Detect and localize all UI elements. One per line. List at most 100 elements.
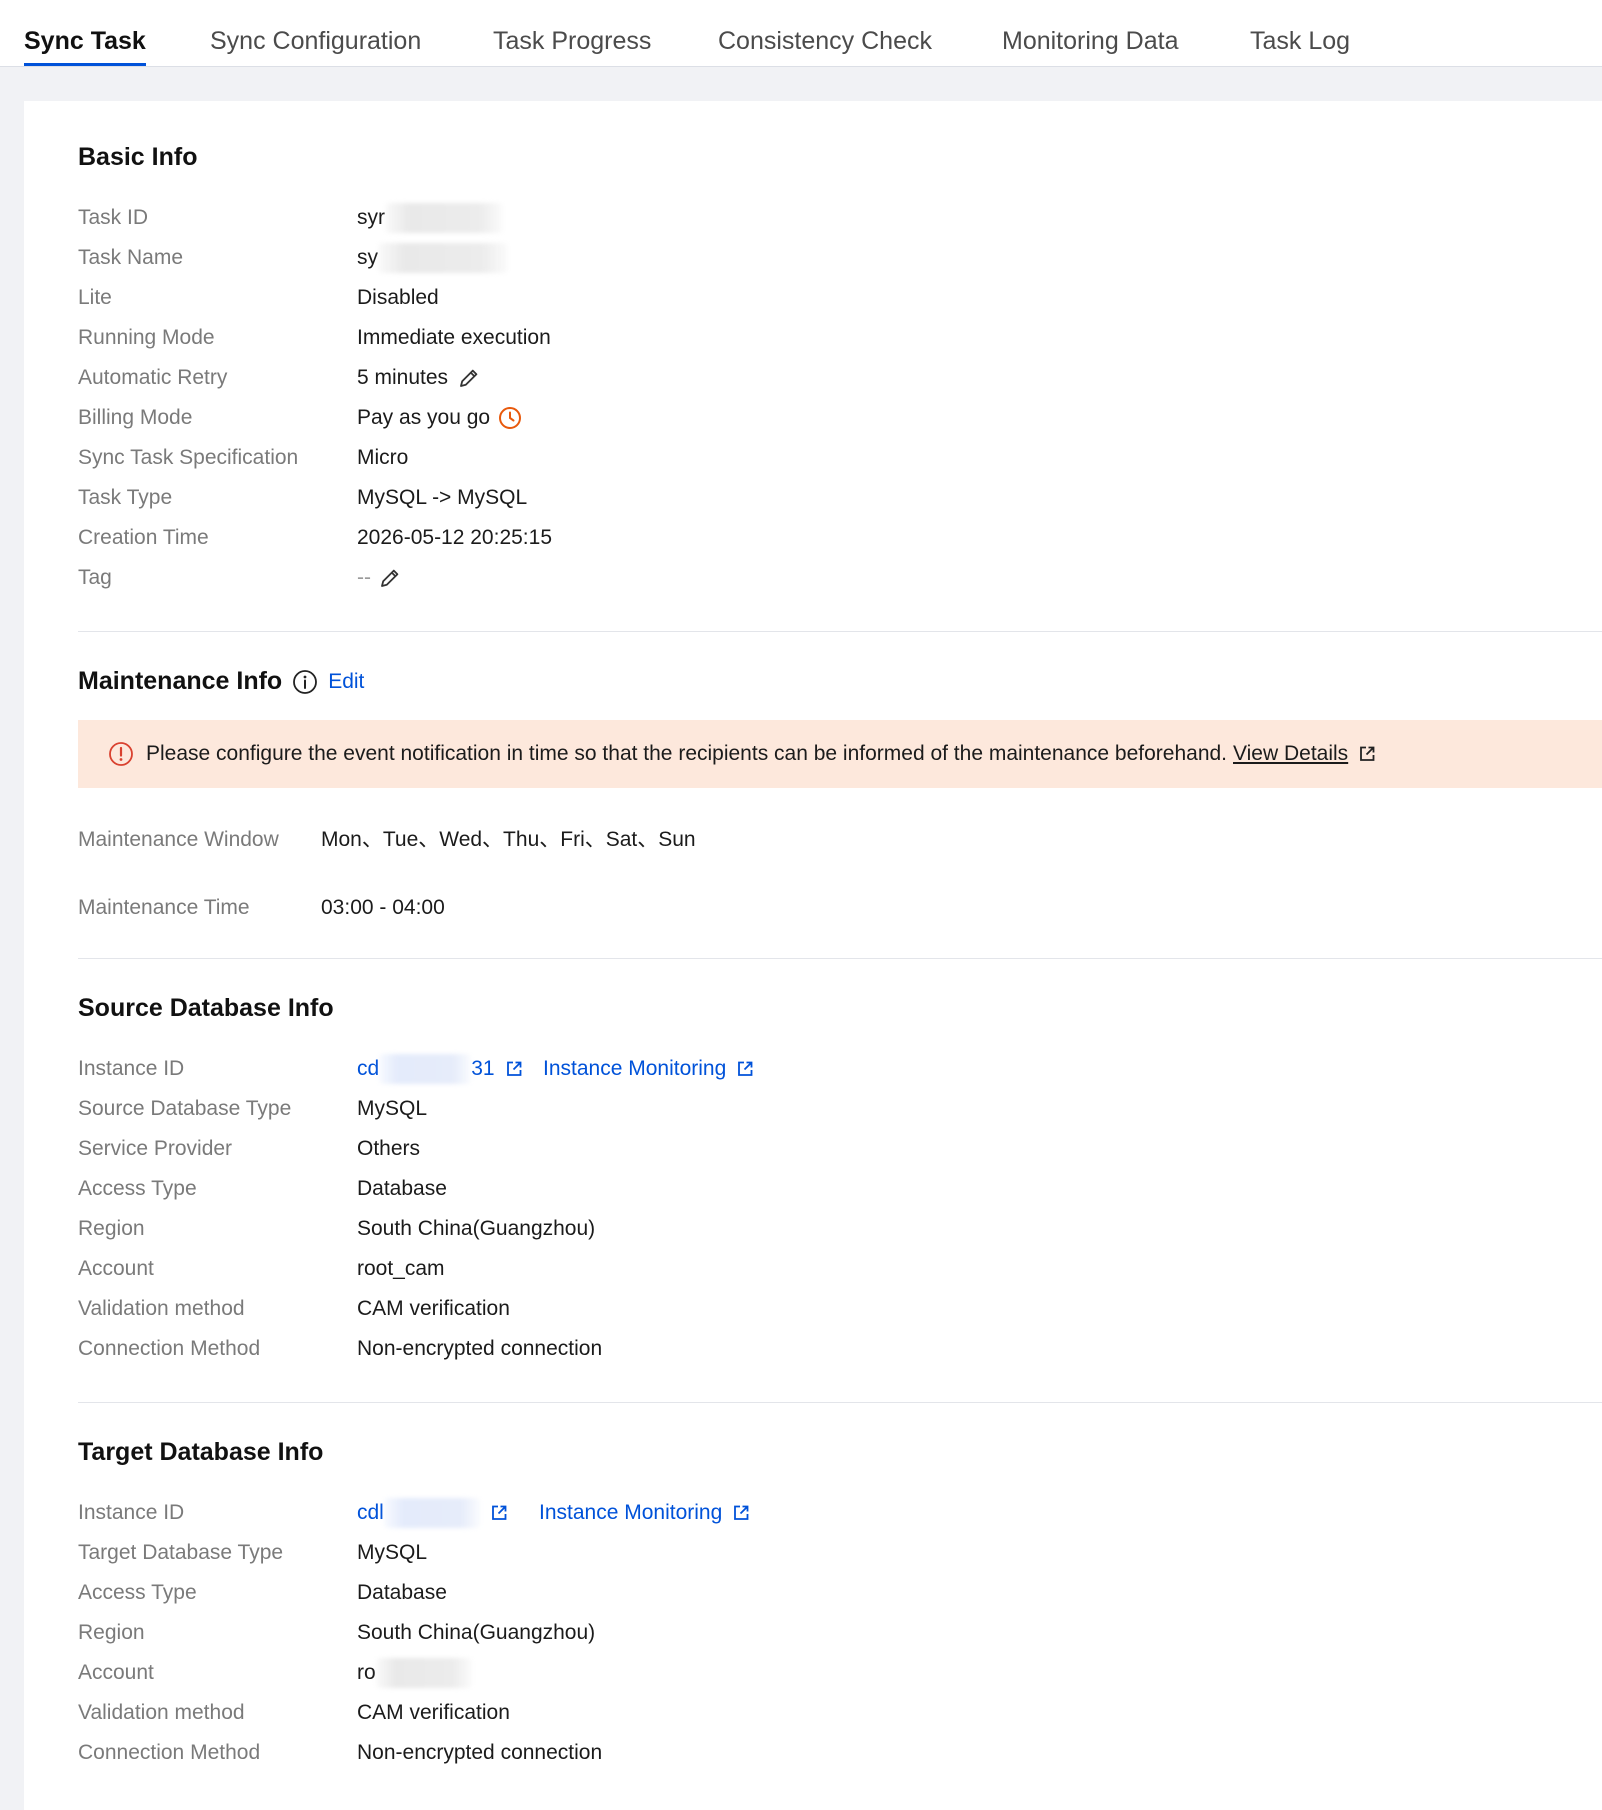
source-region-label: Region bbox=[78, 1217, 145, 1240]
maintenance-info-header: Maintenance Info Edit bbox=[78, 667, 364, 696]
spec-label: Sync Task Specification bbox=[78, 446, 299, 469]
task-id-redacted bbox=[385, 203, 503, 233]
target-db-type-value: MySQL bbox=[357, 1541, 428, 1564]
task-id-label: Task ID bbox=[78, 206, 149, 229]
task-name-text: sy bbox=[357, 246, 378, 269]
target-region-value: South China(Guangzhou) bbox=[357, 1621, 596, 1644]
task-name-value: sy bbox=[357, 243, 508, 273]
source-monitoring-label: Instance Monitoring bbox=[543, 1057, 727, 1080]
source-db-title: Source Database Info bbox=[78, 994, 334, 1022]
target-connection-label: Connection Method bbox=[78, 1741, 261, 1764]
tab-sync-task[interactable]: Sync Task bbox=[24, 0, 146, 66]
view-details-link[interactable]: View Details bbox=[1233, 742, 1348, 766]
source-access-type-label: Access Type bbox=[78, 1177, 197, 1200]
running-mode-value: Immediate execution bbox=[357, 326, 551, 349]
tag-value: -- bbox=[357, 563, 401, 593]
source-instance-id-label: Instance ID bbox=[78, 1057, 185, 1080]
billing-mode-text: Pay as you go bbox=[357, 406, 491, 429]
clock-icon[interactable] bbox=[498, 406, 522, 430]
source-db-type-value: MySQL bbox=[357, 1097, 428, 1120]
lite-label: Lite bbox=[78, 286, 112, 309]
tab-task-progress[interactable]: Task Progress bbox=[493, 0, 651, 66]
target-db-type-label: Target Database Type bbox=[78, 1541, 284, 1564]
source-connection-value: Non-encrypted connection bbox=[357, 1337, 603, 1360]
task-type-value: MySQL -> MySQL bbox=[357, 486, 528, 509]
tab-sync-configuration[interactable]: Sync Configuration bbox=[210, 0, 421, 66]
maintenance-edit-link[interactable]: Edit bbox=[328, 670, 364, 694]
target-monitoring-label: Instance Monitoring bbox=[539, 1501, 723, 1524]
source-instance-id-value[interactable]: cd 31 bbox=[357, 1054, 523, 1084]
target-instance-monitoring-link[interactable]: Instance Monitoring bbox=[539, 1498, 750, 1528]
tag-label: Tag bbox=[78, 566, 112, 589]
source-validation-label: Validation method bbox=[78, 1297, 245, 1320]
source-instance-id-redacted bbox=[379, 1054, 472, 1084]
automatic-retry-value: 5 minutes bbox=[357, 363, 480, 393]
target-account-redacted bbox=[375, 1658, 472, 1688]
source-account-value: root_cam bbox=[357, 1257, 445, 1280]
target-account-label: Account bbox=[78, 1661, 154, 1684]
target-account-value: ro bbox=[357, 1658, 472, 1688]
creation-time-label: Creation Time bbox=[78, 526, 209, 549]
task-id-value: syr bbox=[357, 203, 503, 233]
edit-pencil-icon[interactable] bbox=[379, 567, 401, 589]
target-instance-id-prefix: cdl bbox=[357, 1501, 384, 1524]
source-provider-label: Service Provider bbox=[78, 1137, 233, 1160]
source-instance-monitoring-link[interactable]: Instance Monitoring bbox=[543, 1054, 754, 1084]
alert-message: Please configure the event notification … bbox=[146, 742, 1228, 765]
maintenance-time-label: Maintenance Time bbox=[78, 896, 250, 919]
info-icon[interactable] bbox=[292, 669, 318, 695]
section-divider bbox=[78, 958, 1602, 959]
external-link-icon[interactable] bbox=[505, 1060, 523, 1078]
target-access-type-label: Access Type bbox=[78, 1581, 197, 1604]
source-validation-value: CAM verification bbox=[357, 1297, 510, 1320]
task-name-label: Task Name bbox=[78, 246, 184, 269]
section-divider bbox=[78, 631, 1602, 632]
automatic-retry-text: 5 minutes bbox=[357, 366, 449, 389]
tag-text: -- bbox=[357, 566, 371, 589]
spec-value: Micro bbox=[357, 446, 409, 469]
external-link-icon[interactable] bbox=[1358, 745, 1376, 763]
external-link-icon[interactable] bbox=[732, 1504, 750, 1522]
target-access-type-value: Database bbox=[357, 1581, 447, 1604]
tab-task-log[interactable]: Task Log bbox=[1250, 0, 1350, 66]
maintenance-info-title: Maintenance Info bbox=[78, 667, 283, 695]
maintenance-alert: Please configure the event notification … bbox=[78, 720, 1602, 788]
task-type-label: Task Type bbox=[78, 486, 173, 509]
source-db-type-label: Source Database Type bbox=[78, 1097, 292, 1120]
target-validation-label: Validation method bbox=[78, 1701, 245, 1724]
task-name-redacted bbox=[378, 243, 508, 273]
target-instance-id-redacted bbox=[383, 1498, 480, 1528]
running-mode-label: Running Mode bbox=[78, 326, 215, 349]
lite-value: Disabled bbox=[357, 286, 439, 309]
automatic-retry-label: Automatic Retry bbox=[78, 366, 228, 389]
task-id-text: syr bbox=[357, 206, 385, 229]
source-access-type-value: Database bbox=[357, 1177, 447, 1200]
source-connection-label: Connection Method bbox=[78, 1337, 261, 1360]
maintenance-window-value: Mon、Tue、Wed、Thu、Fri、Sat、Sun bbox=[321, 828, 696, 851]
maintenance-time-value: 03:00 - 04:00 bbox=[321, 896, 445, 919]
external-link-icon[interactable] bbox=[736, 1060, 754, 1078]
source-instance-id-prefix: cd bbox=[357, 1057, 380, 1080]
source-account-label: Account bbox=[78, 1257, 154, 1280]
external-link-icon[interactable] bbox=[490, 1504, 508, 1522]
maintenance-window-label: Maintenance Window bbox=[78, 828, 279, 851]
target-validation-value: CAM verification bbox=[357, 1701, 510, 1724]
target-account-text: ro bbox=[357, 1661, 376, 1684]
billing-mode-label: Billing Mode bbox=[78, 406, 193, 429]
source-region-value: South China(Guangzhou) bbox=[357, 1217, 596, 1240]
tab-monitoring-data[interactable]: Monitoring Data bbox=[1002, 0, 1178, 66]
detail-panel: Basic Info Task ID syr Task Name sy Lite… bbox=[24, 101, 1602, 1810]
target-connection-value: Non-encrypted connection bbox=[357, 1741, 603, 1764]
tab-consistency-check[interactable]: Consistency Check bbox=[718, 0, 932, 66]
warning-circle-icon bbox=[108, 741, 134, 767]
basic-info-title: Basic Info bbox=[78, 143, 198, 171]
tab-bar: Sync Task Sync Configuration Task Progre… bbox=[0, 0, 1602, 67]
target-region-label: Region bbox=[78, 1621, 145, 1644]
section-divider bbox=[78, 1402, 1602, 1403]
billing-mode-value: Pay as you go bbox=[357, 403, 522, 433]
target-instance-id-value[interactable]: cdl bbox=[357, 1498, 508, 1528]
source-instance-id-suffix: 31 bbox=[471, 1057, 495, 1080]
edit-pencil-icon[interactable] bbox=[458, 367, 480, 389]
creation-time-value: 2026-05-12 20:25:15 bbox=[357, 526, 552, 549]
source-provider-value: Others bbox=[357, 1137, 421, 1160]
